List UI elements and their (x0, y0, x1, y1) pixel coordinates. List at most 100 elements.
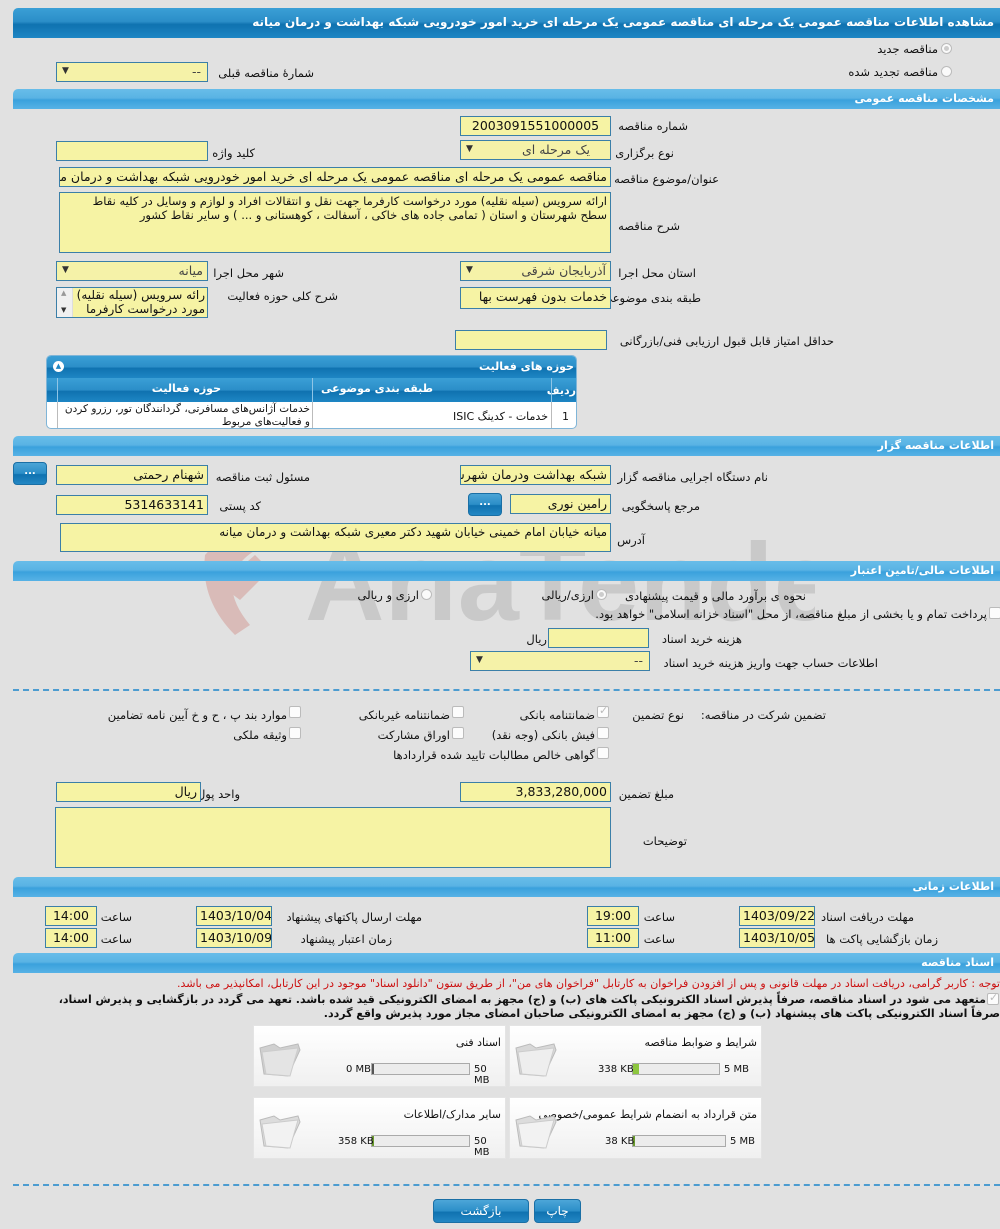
doc-card[interactable]: سایر مدارک/اطلاعات 50 MB 358 KB (253, 1097, 506, 1159)
section-timing-title: اطلاعات زمانی (912, 880, 994, 893)
doc-card[interactable]: اسناد فنی 50 MB 0 MB (253, 1025, 506, 1087)
guarantee-title-label: تضمین شرکت در مناقصه: (700, 708, 826, 722)
activity-desc-listbox[interactable]: ▲ ▼ رائه سرویس (سیله نقلیه) مورد درخواست… (56, 287, 208, 318)
section-general-title: مشخصات مناقصه عمومی (854, 92, 994, 105)
guarantee-option-label: اوراق مشارکت (377, 728, 450, 742)
city-value: میانه (178, 263, 203, 278)
registrar-field: شهنام رحمتی (56, 465, 208, 485)
guarantee-option-checkbox[interactable] (289, 727, 301, 739)
divider (13, 1184, 1000, 1186)
doc-card-max: 5 MB (730, 1136, 756, 1147)
estimate-both-radio[interactable] (421, 589, 432, 600)
time-label: ساعت (643, 932, 675, 946)
guarantee-option-label: ضمانتنامه غیربانکی (358, 708, 450, 722)
renewed-tender-radio[interactable] (941, 66, 952, 77)
tender-number-label: شماره مناقصه (618, 119, 688, 133)
subject-label: عنوان/موضوع مناقصه (614, 172, 719, 186)
folder-icon (515, 1115, 557, 1149)
contact-lookup-button[interactable]: ... (468, 493, 502, 516)
activity-table-title: حوزه های فعالیت (479, 360, 574, 373)
commitment-line: متعهد می شود در اسناد مناقصه، صرفاً پذیر… (58, 993, 986, 1006)
keyword-label: کلید واژه (212, 146, 255, 160)
doc-deadline-date: 1403/09/22 (739, 906, 815, 926)
scroll-up-icon[interactable]: ▲ (61, 289, 66, 297)
address-label: آدرس (617, 533, 645, 547)
activity-desc-label: شرح کلی حوزه فعالیت (227, 289, 338, 303)
guarantee-option-checkbox[interactable] (452, 706, 464, 718)
notes-label: توضیحات (642, 834, 687, 848)
opening-label: زمان بازگشایی پاکت ها (826, 932, 938, 946)
doc-card-size: 338 KB (598, 1064, 634, 1075)
registrar-lookup-button[interactable]: ... (13, 462, 47, 485)
guarantee-option-checkbox[interactable] (597, 704, 609, 718)
folder-icon (259, 1043, 301, 1077)
col-header-category: طبقه بندی موضوعی (320, 382, 433, 395)
treasury-checkbox[interactable] (989, 607, 1000, 619)
previous-number-select[interactable]: ▼ -- (56, 62, 208, 82)
back-button[interactable]: بازگشت (433, 1199, 529, 1223)
folder-icon (259, 1115, 301, 1149)
category-field: خدمات بدون فهرست بها (460, 287, 611, 309)
table-row: 1 خدمات - کدینگ ISIC خدمات آژانس‌های مسا… (47, 402, 576, 428)
account-select[interactable]: ▼ -- (470, 651, 650, 671)
print-button[interactable]: چاپ (534, 1199, 581, 1223)
min-score-field[interactable] (455, 330, 607, 350)
commitment-checkbox[interactable] (987, 991, 999, 1005)
chevron-down-icon: ▼ (476, 655, 483, 665)
currency-label: واحد پول (196, 787, 240, 801)
guarantee-option-checkbox[interactable] (289, 706, 301, 718)
previous-number-label: شمارهٔ مناقصه قبلی (218, 66, 314, 80)
submit-deadline-label: مهلت ارسال پاکتهای پیشنهاد (286, 910, 422, 924)
province-select[interactable]: ▼ آذربایجان شرقی (460, 261, 611, 281)
doc-card-title: سایر مدارک/اطلاعات (403, 1108, 501, 1121)
guarantee-option-checkbox[interactable] (452, 727, 464, 739)
cell-activity-line: خدمات آژانس‌های مسافرتی، گردانندگان تور،… (64, 403, 310, 415)
time-label: ساعت (100, 910, 132, 924)
folder-icon (515, 1043, 557, 1077)
activity-table-header: حوزه های فعالیت ▲ (47, 356, 576, 378)
city-select[interactable]: ▼ میانه (56, 261, 208, 281)
estimate-rial-radio[interactable] (596, 589, 607, 600)
doc-card-progress-fill (372, 1064, 374, 1074)
validity-label: زمان اعتبار پیشنهاد (300, 932, 392, 946)
doc-cost-unit: ریال (526, 632, 547, 646)
keyword-field[interactable] (56, 141, 208, 161)
scrollbar[interactable]: ▲ ▼ (57, 288, 73, 317)
description-label: شرح مناقصه (618, 219, 680, 233)
doc-card[interactable]: شرایط و ضوابط مناقصه 5 MB 338 KB (509, 1025, 762, 1087)
new-tender-radio[interactable] (941, 43, 952, 54)
doc-card-size: 358 KB (338, 1136, 374, 1147)
section-documents-header: اسناد مناقصه (13, 953, 1000, 973)
cell-activity-line: و فعالیت‌های مربوط (221, 416, 310, 428)
commitment-line: صرفاً اسناد الکترونیکی پاکت های پیشنهاد … (323, 1007, 1000, 1020)
doc-card-max: 50 MB (474, 1136, 490, 1158)
province-label: استان محل اجرا (618, 266, 696, 280)
org-name-label: نام دستگاه اجرایی مناقصه گزار (617, 470, 768, 484)
treasury-label: پرداخت تمام و یا بخشی از مبلغ مناقصه، از… (595, 607, 987, 621)
doc-card[interactable]: متن قرارداد به انضمام شرایط عمومی/خصوصی … (509, 1097, 762, 1159)
tender-number-field: 2003091551000005 (460, 116, 611, 136)
contact-field: رامین نوری (510, 494, 611, 514)
section-organizer-title: اطلاعات مناقصه گزار (877, 439, 994, 452)
postal-code-field: 5314633141 (56, 495, 208, 515)
doc-card-max: 5 MB (724, 1064, 750, 1075)
chevron-down-icon: ▼ (466, 265, 473, 275)
estimate-both-label: ارزی و ریالی (357, 588, 419, 602)
guarantee-option-checkbox[interactable] (597, 747, 609, 759)
section-documents-title: اسناد مناقصه (921, 956, 994, 969)
notes-field[interactable] (55, 807, 611, 868)
postal-code-label: کد پستی (219, 499, 261, 513)
time-label: ساعت (100, 932, 132, 946)
renewed-tender-label: مناقصه تجدید شده (848, 65, 938, 79)
collapse-icon[interactable]: ▲ (53, 361, 64, 372)
scroll-down-icon[interactable]: ▼ (61, 306, 66, 314)
guarantee-option-checkbox[interactable] (597, 727, 609, 739)
guarantee-option-label: گواهی خالص مطالبات تایید شده قراردادها (393, 748, 595, 762)
doc-card-size: 38 KB (605, 1136, 635, 1147)
doc-cost-field[interactable] (548, 628, 649, 648)
section-finance-title: اطلاعات مالی/تامین اعتبار (850, 564, 994, 577)
contact-label: مرجع پاسخگویی (621, 499, 700, 513)
opening-date: 1403/10/05 (739, 928, 815, 948)
estimate-label: نحوه ی برآورد مالی و قیمت پیشنهادی (624, 589, 806, 603)
holding-type-select[interactable]: ▼ یک مرحله ای (460, 140, 611, 160)
